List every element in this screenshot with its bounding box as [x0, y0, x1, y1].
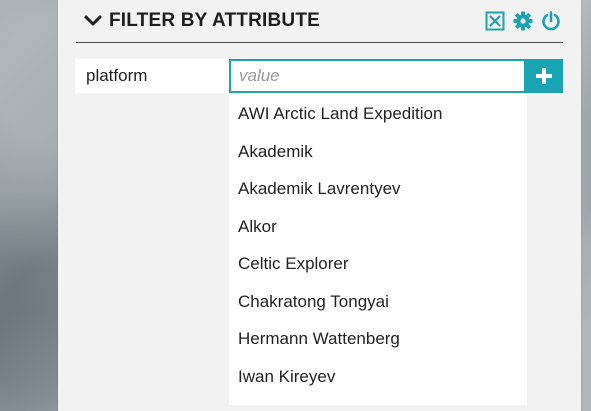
clear-filter-icon[interactable]	[485, 11, 505, 31]
dropdown-option[interactable]: Akademik Lavrentyev	[229, 170, 527, 208]
panel-header: FILTER BY ATTRIBUTE	[76, 0, 563, 43]
plus-icon	[535, 68, 552, 84]
filter-row: platform	[75, 59, 563, 93]
attribute-name[interactable]: platform	[75, 59, 229, 93]
dropdown-option[interactable]: Chakratong Tongyai	[229, 283, 527, 321]
filter-panel: FILTER BY ATTRIBUTE platform value AWI A…	[58, 0, 581, 411]
power-icon[interactable]	[541, 11, 561, 31]
dropdown-option[interactable]: Akademik	[229, 133, 527, 171]
chevron-down-icon[interactable]	[84, 12, 102, 30]
panel-title: FILTER BY ATTRIBUTE	[109, 10, 321, 31]
value-input[interactable]	[229, 59, 524, 93]
value-suggestions-dropdown: AWI Arctic Land Expedition Akademik Akad…	[229, 93, 527, 405]
gear-icon[interactable]	[513, 11, 533, 31]
dropdown-option[interactable]: Hermann Wattenberg	[229, 320, 527, 358]
dropdown-option[interactable]: Alkor	[229, 208, 527, 246]
dropdown-option[interactable]: AWI Arctic Land Expedition	[229, 95, 527, 133]
add-filter-button[interactable]	[524, 59, 563, 93]
header-actions	[485, 11, 561, 31]
dropdown-option[interactable]: Celtic Explorer	[229, 245, 527, 283]
dropdown-option[interactable]: Iwan Kireyev	[229, 358, 527, 396]
